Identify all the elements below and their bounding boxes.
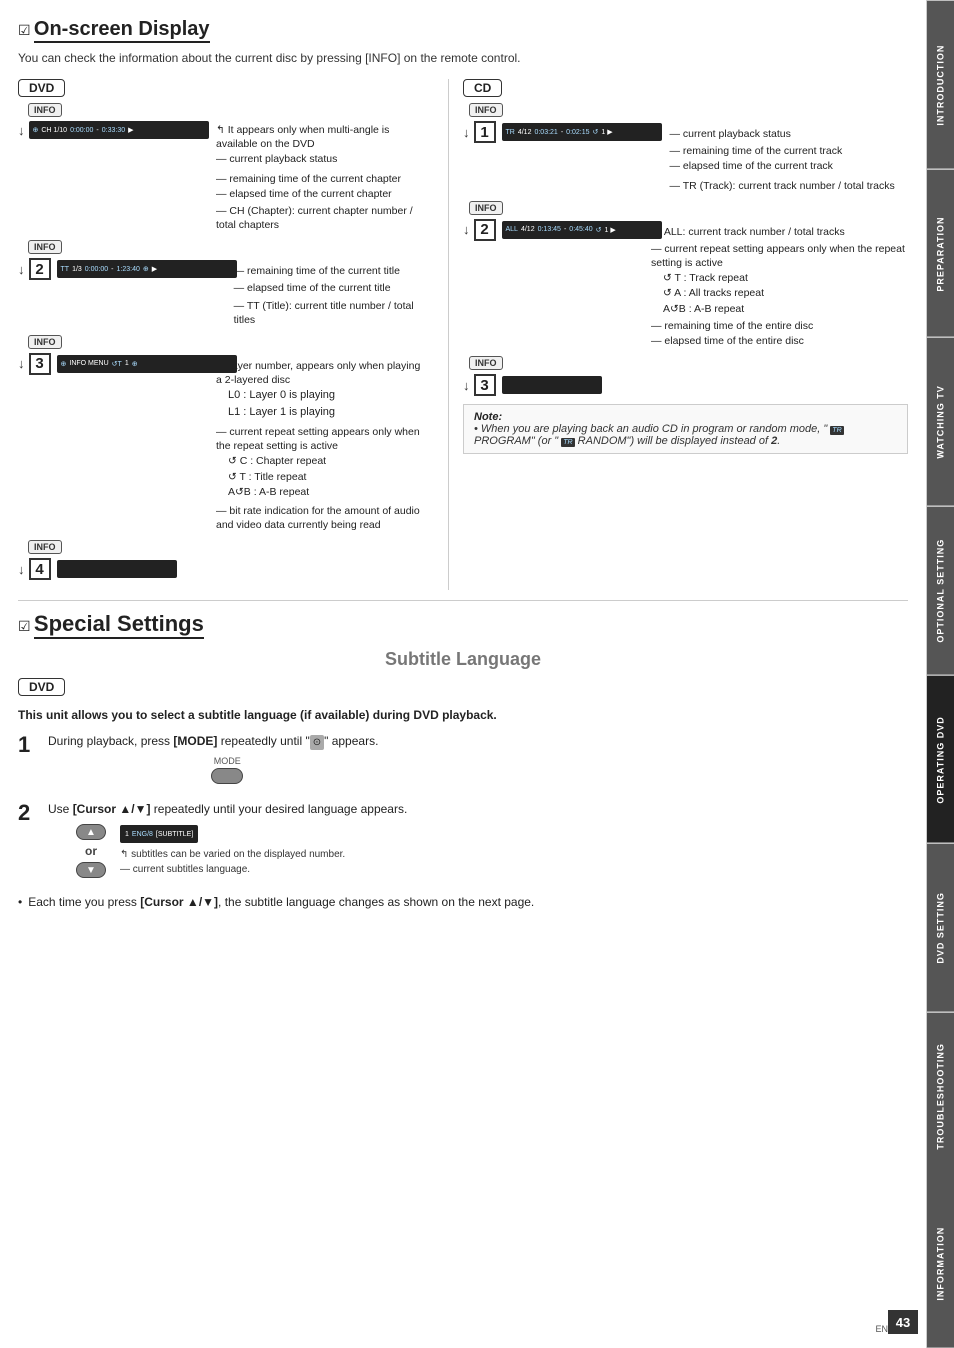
step-2-text: Use [Cursor ▲/▼] repeatedly until your d… (48, 800, 908, 818)
osd-checkbox: ☑ (18, 22, 31, 38)
dvd-badge: DVD (18, 79, 65, 97)
osd-num-4: 4 (29, 558, 51, 580)
step-1-num: 1 (18, 732, 42, 758)
subtitle-language-heading: Subtitle Language (18, 649, 908, 670)
osd-num-3: 3 (29, 353, 51, 375)
mode-label: MODE (214, 756, 241, 766)
osd-num-2: 2 (29, 258, 51, 280)
main-content: ☑ On-screen Display You can check the in… (0, 0, 926, 929)
cd-ann-1: — current playback status — remaining ti… (670, 127, 895, 193)
sidebar-tab-troubleshooting[interactable]: TROUBLESHOOTING (927, 1012, 954, 1181)
dvd-display-3: ⊕ INFO MENU ↺T 1 ⊕ (57, 355, 237, 373)
cd-osd-num-2: 2 (474, 219, 496, 241)
dvd-column: DVD INFO ↓ ⊕ CH 1/10 0:00:0 (18, 79, 428, 590)
cd-display-3 (502, 376, 602, 394)
cd-info-btn-2: INFO (469, 201, 503, 215)
cd-osd-num-3: 3 (474, 374, 496, 396)
cd-ann-2: — ALL: current track number / total trac… (651, 225, 908, 348)
cd-t-repeat: ↺ T : Track repeat (663, 271, 908, 285)
or-label: or (85, 844, 97, 858)
info-btn-2: INFO (28, 240, 62, 254)
special-settings-section: ☑ Special Settings Subtitle Language DVD… (18, 611, 908, 911)
cd-column: CD INFO ↓ 1 TR 4/12 (448, 79, 908, 590)
info-btn-4: INFO (28, 540, 62, 554)
cd-badge: CD (463, 79, 502, 97)
step-1-row: 1 During playback, press [MODE] repeated… (18, 732, 908, 790)
subtitle-language-section: Subtitle Language DVD This unit allows y… (18, 649, 908, 911)
cd-display-1: TR 4/12 0:03:21 - 0:02:15 ↺ 1 ▶ (502, 123, 662, 141)
nav-diagram: ▲ or ▼ 1 ENG/8 [SUBTITLE] ↰ subtitles (76, 824, 908, 878)
cd-display-2: ALL 4/12 0:13:45 - 0:45:40 ↺ 1 ▶ (502, 221, 662, 239)
c-repeat: ↺ C : Chapter repeat (228, 454, 428, 468)
info-btn-3: INFO (28, 335, 62, 349)
cd-a-repeat: ↺ A : All tracks repeat (663, 286, 908, 300)
note-box: Note: • When you are playing back an aud… (463, 404, 908, 454)
page-number: 43 (888, 1310, 918, 1334)
note-title: Note: (474, 411, 502, 423)
dvd-ann-2: — remaining time of the current title — … (234, 264, 428, 327)
sidebar-tab-optional-setting[interactable]: OPTIONAL SETTING (927, 506, 954, 675)
sidebar-tab-watching-tv[interactable]: WATCHING TV (927, 337, 954, 506)
nav-annotations: ↰ subtitles can be varied on the display… (120, 847, 345, 877)
sidebar-tab-information[interactable]: INFORMATION (927, 1180, 954, 1348)
step-2-num: 2 (18, 800, 42, 826)
osd-subtitle: You can check the information about the … (18, 51, 908, 65)
step-1-text: During playback, press [MODE] repeatedly… (48, 732, 378, 750)
section-divider (18, 600, 908, 601)
info-btn-1: INFO (28, 103, 62, 117)
cd-osd-num-1: 1 (474, 121, 496, 143)
dvd-ann-1: ↰ It appears only when multi-angle is av… (216, 123, 428, 232)
osd-section: ☑ On-screen Display You can check the in… (18, 18, 908, 590)
dvd-display-1: ⊕ CH 1/10 0:00:00 - 0:33:30 ▶ (29, 121, 209, 139)
subtitle-display: 1 ENG/8 [SUBTITLE] (120, 825, 198, 843)
sidebar-tabs: INTRODUCTION PREPARATION WATCHING TV OPT… (926, 0, 954, 1348)
step-2-row: 2 Use [Cursor ▲/▼] repeatedly until your… (18, 800, 908, 884)
l1-label: L1 : Layer 1 is playing (228, 405, 428, 420)
dvd-display-2: TT 1/3 0:00:00 - 1:23:40 ⊕ ▶ (57, 260, 237, 278)
sidebar-tab-introduction[interactable]: INTRODUCTION (927, 0, 954, 169)
osd-title: On-screen Display (34, 18, 210, 43)
l0-label: L0 : Layer 0 is playing (228, 388, 428, 403)
note-text: • When you are playing back an audio CD … (474, 423, 897, 447)
special-settings-checkbox: ☑ (18, 618, 31, 634)
special-settings-title: Special Settings (34, 611, 204, 639)
page-lang: EN (875, 1324, 888, 1334)
cd-info-btn-3: INFO (469, 356, 503, 370)
nav-arrows: ▲ or ▼ (76, 824, 106, 878)
mode-button[interactable] (211, 768, 243, 784)
subtitle-bullet: Each time you press [Cursor ▲/▼], the su… (18, 894, 908, 911)
sidebar-tab-preparation[interactable]: PREPARATION (927, 169, 954, 338)
dvd-ann-3: — layer number, appears only when playin… (216, 359, 428, 532)
mode-btn-wrapper: MODE (76, 756, 378, 784)
ab-repeat: A↺B : A-B repeat (228, 485, 428, 499)
dvd-display-4 (57, 560, 177, 578)
cursor-down-btn[interactable]: ▼ (76, 862, 106, 878)
sidebar-tab-operating-dvd[interactable]: OPERATING DVD (927, 675, 954, 844)
cd-ab-repeat: A↺B : A-B repeat (663, 302, 908, 316)
cursor-up-btn[interactable]: ▲ (76, 824, 106, 840)
cd-info-btn-1: INFO (469, 103, 503, 117)
t-repeat: ↺ T : Title repeat (228, 470, 428, 484)
sidebar-tab-dvd-setting[interactable]: DVD SETTING (927, 843, 954, 1012)
osd-columns: DVD INFO ↓ ⊕ CH 1/10 0:00:0 (18, 79, 908, 590)
subtitle-description: This unit allows you to select a subtitl… (18, 708, 908, 722)
subtitle-dvd-badge: DVD (18, 678, 65, 696)
